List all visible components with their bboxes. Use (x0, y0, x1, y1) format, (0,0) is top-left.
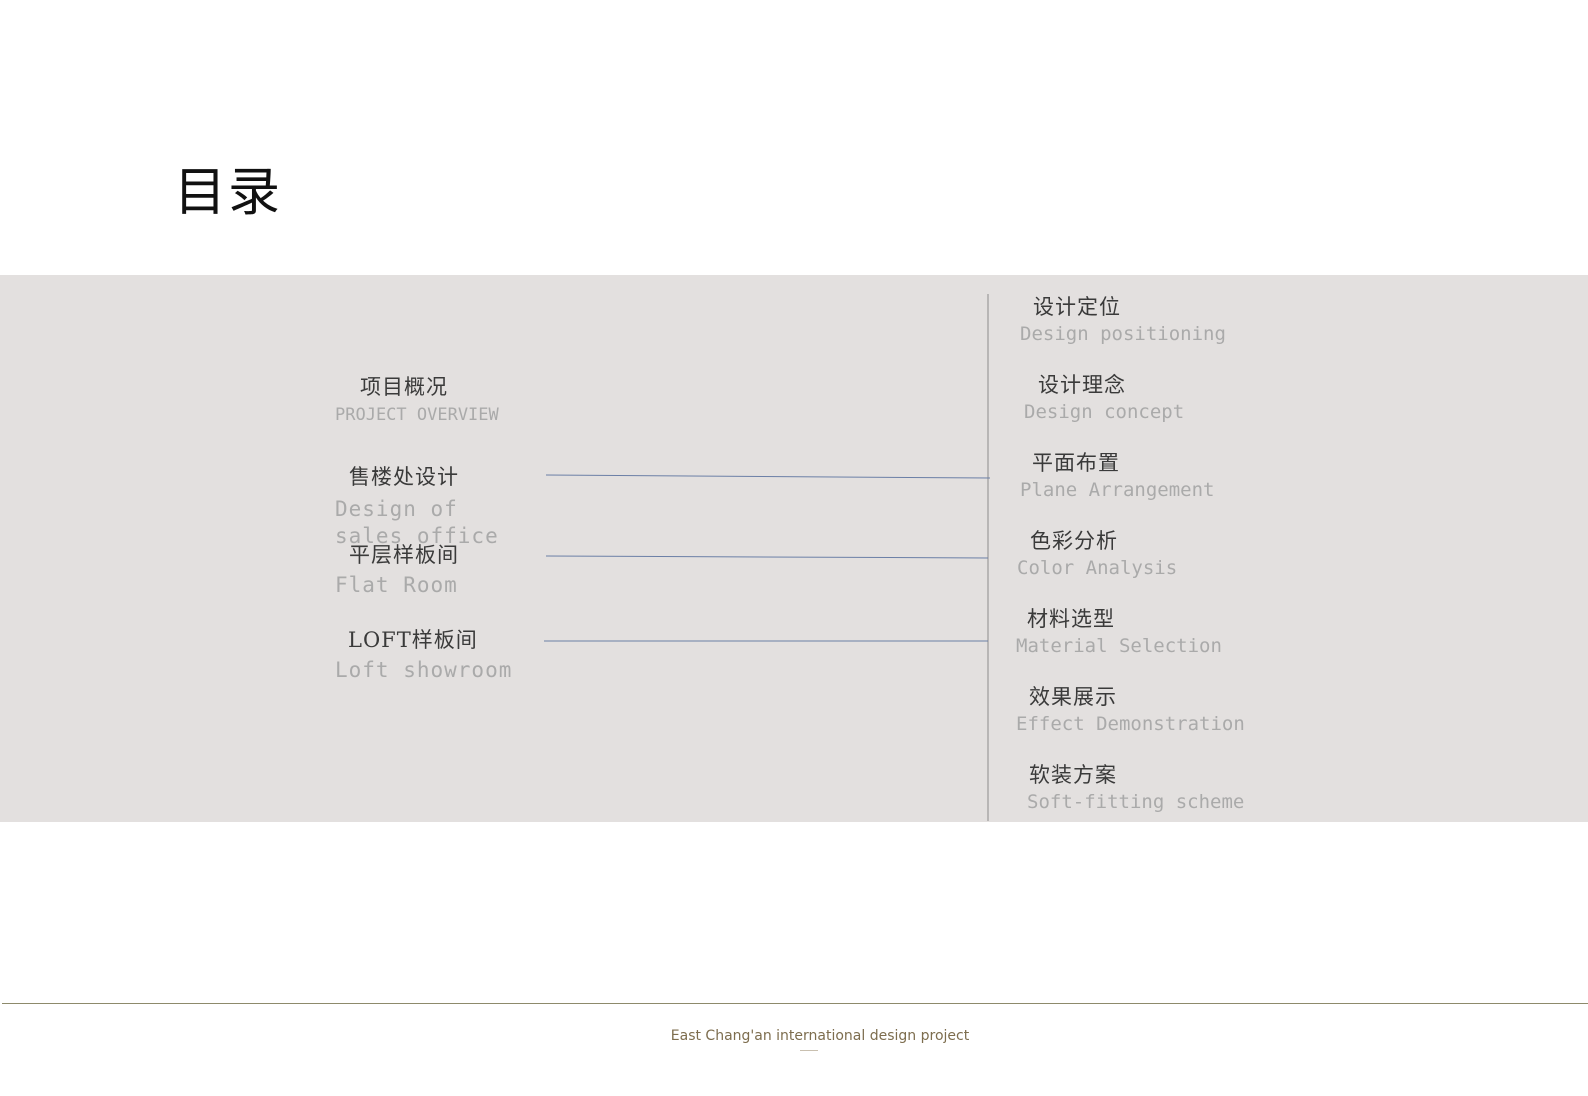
left-item-loft-en[interactable]: Loft showroom (335, 657, 512, 684)
footer-tick-mark (800, 1050, 818, 1051)
left-item-flat-room-cn[interactable]: 平层样板间 (349, 543, 459, 568)
right-item-design-concept-en[interactable]: Design concept (1024, 400, 1184, 425)
left-item-project-overview-en[interactable]: PROJECT OVERVIEW (335, 404, 499, 426)
right-item-effect-demonstration-en[interactable]: Effect Demonstration (1016, 712, 1245, 737)
right-item-soft-fitting-cn[interactable]: 软装方案 (1029, 763, 1117, 788)
right-item-plane-arrangement-cn[interactable]: 平面布置 (1032, 451, 1120, 476)
right-item-color-analysis-en[interactable]: Color Analysis (1017, 556, 1177, 581)
contents-band (0, 275, 1588, 822)
left-item-loft-cn[interactable]: LOFT样板间 (348, 628, 478, 653)
left-item-sales-office-cn[interactable]: 售楼处设计 (349, 465, 459, 490)
right-item-plane-arrangement-en[interactable]: Plane Arrangement (1020, 478, 1214, 503)
right-item-material-selection-en[interactable]: Material Selection (1016, 634, 1222, 659)
footer-divider (2, 1003, 1588, 1004)
right-item-design-positioning-en[interactable]: Design positioning (1020, 322, 1226, 347)
right-item-design-positioning-cn[interactable]: 设计定位 (1033, 295, 1121, 320)
right-item-effect-demonstration-cn[interactable]: 效果展示 (1029, 685, 1117, 710)
footer-project-name: East Chang'an international design proje… (670, 1028, 970, 1044)
left-item-project-overview-cn[interactable]: 项目概况 (360, 375, 448, 400)
right-item-material-selection-cn[interactable]: 材料选型 (1027, 607, 1115, 632)
right-item-color-analysis-cn[interactable]: 色彩分析 (1030, 529, 1118, 554)
right-item-design-concept-cn[interactable]: 设计理念 (1038, 373, 1126, 398)
left-item-flat-room-en[interactable]: Flat Room (335, 572, 458, 599)
right-item-soft-fitting-en[interactable]: Soft-fitting scheme (1027, 790, 1244, 815)
page-title: 目录 (174, 163, 283, 223)
